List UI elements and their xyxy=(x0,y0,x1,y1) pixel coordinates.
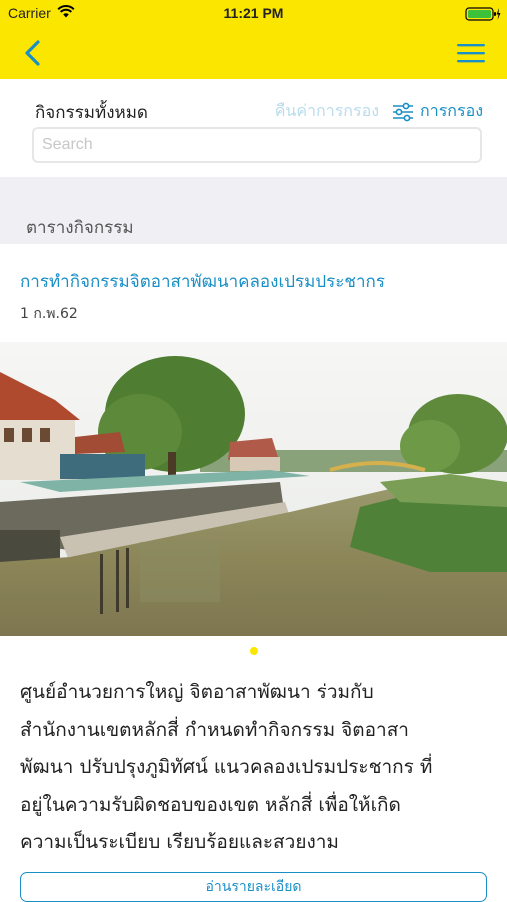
description-line: ศูนย์อำนวยการใหญ่ จิตอาสาพัฒนา ร่วมกับ xyxy=(20,681,374,703)
read-more-button[interactable]: อ่านรายละเอียด xyxy=(20,872,487,902)
chevron-left-icon xyxy=(25,40,40,66)
nav-bar xyxy=(0,28,507,79)
clock: 11:21 PM xyxy=(223,5,284,21)
read-more-label: อ่านรายละเอียด xyxy=(205,879,302,895)
activity-title-link[interactable]: การทำกิจกรรมจิตอาสาพัฒนาคลองเปรมประชากร xyxy=(20,268,490,295)
page-indicator-dot xyxy=(250,647,258,655)
menu-button[interactable] xyxy=(455,40,487,66)
search-input[interactable] xyxy=(34,129,480,161)
back-button[interactable] xyxy=(18,38,48,68)
battery-charging-icon xyxy=(465,6,501,22)
description-line: พัฒนา ปรับปรุงภูมิทัศน์ แนวคลองเปรมประชา… xyxy=(20,756,433,778)
filter-label: การกรอง xyxy=(420,101,483,120)
description-line: สำนักงานเขตหลักสี่ กำหนดทำกิจกรรม จิตอาส… xyxy=(20,718,409,741)
canal-river-photo[interactable] xyxy=(0,342,507,636)
description-line: อยู่ในความรับผิดชอบของเขต หลักสี่ เพื่อใ… xyxy=(20,793,401,816)
filter-panel: กิจกรรมทั้งหมด คืนค่าการกรอง การกรอง xyxy=(0,79,507,177)
activity-date: 1 ก.พ.62 xyxy=(20,306,78,322)
description-line: ความเป็นระเบียบ เรียบร้อยและสวยงาม xyxy=(20,831,339,853)
activity-description: ศูนย์อำนวยการใหญ่ จิตอาสาพัฒนา ร่วมกับ ส… xyxy=(20,674,490,862)
section-header: ตารางกิจกรรม xyxy=(0,177,507,244)
sliders-icon xyxy=(393,102,414,121)
search-field[interactable] xyxy=(32,127,482,163)
all-activities-label: กิจกรรมทั้งหมด xyxy=(35,103,148,123)
hamburger-menu-icon xyxy=(457,44,485,63)
reset-filter-button[interactable]: คืนค่าการกรอง xyxy=(275,99,379,124)
status-bar: Carrier 11:21 PM xyxy=(0,0,507,28)
filter-button[interactable]: การกรอง xyxy=(392,99,483,124)
section-title: ตารางกิจกรรม xyxy=(26,218,134,238)
